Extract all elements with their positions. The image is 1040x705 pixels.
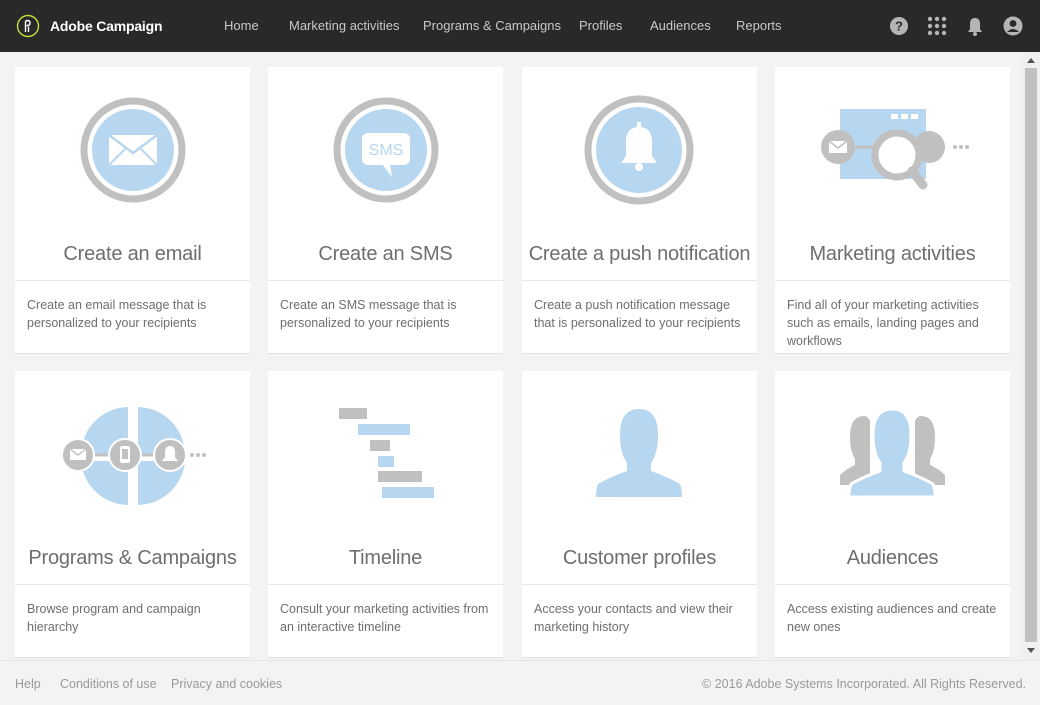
card-title: Marketing activities bbox=[809, 243, 976, 265]
card-divider bbox=[522, 280, 757, 281]
card-description: Find all of your marketing activities su… bbox=[787, 298, 979, 348]
card-audiences[interactable]: Audiences Access existing audiences and … bbox=[775, 371, 1010, 658]
card-description: Create an email message that is personal… bbox=[27, 298, 207, 330]
card-description: Create a push notification message that … bbox=[534, 298, 741, 330]
card-divider bbox=[268, 280, 503, 281]
card-description: Create an SMS message that is personaliz… bbox=[280, 298, 457, 330]
marketing-search-icon bbox=[821, 109, 969, 190]
card-title: Audiences bbox=[846, 547, 939, 569]
profile-icon bbox=[596, 409, 682, 497]
card-customer-profiles[interactable]: Customer profiles Access your contacts a… bbox=[522, 371, 757, 658]
sms-icon: SMS bbox=[333, 97, 439, 203]
brand-name: Adobe Campaign bbox=[50, 18, 163, 34]
top-navigation-bar: Adobe Campaign Home Marketing activities… bbox=[0, 0, 1040, 52]
copyright: © 2016 Adobe Systems Incorporated. All R… bbox=[702, 677, 1026, 691]
brand[interactable]: Adobe Campaign bbox=[16, 13, 163, 39]
scroll-down-arrow-icon[interactable] bbox=[1027, 648, 1035, 653]
card-title: Customer profiles bbox=[562, 547, 717, 569]
card-timeline[interactable]: Timeline Consult your marketing activiti… bbox=[268, 371, 503, 658]
card-title: Create an email bbox=[63, 243, 202, 265]
footer-link-conditions[interactable]: Conditions of use bbox=[60, 677, 157, 691]
footer-link-privacy[interactable]: Privacy and cookies bbox=[171, 677, 282, 691]
nav-marketing-activities[interactable]: Marketing activities bbox=[289, 18, 400, 33]
nav-audiences[interactable]: Audiences bbox=[650, 18, 711, 33]
card-create-sms[interactable]: SMS Create an SMS Create an SMS message … bbox=[268, 67, 503, 354]
programs-campaigns-icon bbox=[61, 407, 206, 505]
sms-icon-label: SMS bbox=[369, 142, 404, 159]
nav-profiles[interactable]: Profiles bbox=[579, 18, 622, 33]
email-icon bbox=[80, 97, 186, 203]
footer: Help Conditions of use Privacy and cooki… bbox=[0, 660, 1040, 705]
card-description: Access existing audiences and create new… bbox=[787, 602, 997, 634]
card-title: Create a push notification bbox=[528, 243, 751, 265]
nav-home[interactable]: Home bbox=[224, 18, 259, 33]
card-title: Timeline bbox=[348, 547, 423, 569]
nav-reports[interactable]: Reports bbox=[736, 18, 782, 33]
timeline-icon bbox=[339, 408, 434, 498]
svg-text:?: ? bbox=[895, 19, 903, 34]
adobe-campaign-logo-icon bbox=[16, 14, 40, 38]
card-title: Create an SMS bbox=[318, 243, 453, 265]
card-marketing-activities[interactable]: Marketing activities Find all of your ma… bbox=[775, 67, 1010, 354]
card-create-push-notification[interactable]: Create a push notification Create a push… bbox=[522, 67, 757, 354]
card-title: Programs & Campaigns bbox=[28, 547, 237, 569]
card-divider bbox=[15, 280, 250, 281]
footer-link-help[interactable]: Help bbox=[15, 677, 41, 691]
nav-programs-campaigns[interactable]: Programs & Campaigns bbox=[423, 18, 561, 33]
card-description: Access your contacts and view their mark… bbox=[534, 602, 733, 634]
user-avatar-icon[interactable] bbox=[1002, 15, 1024, 37]
notifications-bell-icon[interactable] bbox=[964, 15, 986, 37]
card-programs-campaigns[interactable]: Programs & Campaigns Browse program and … bbox=[15, 371, 250, 658]
scrollbar-thumb[interactable] bbox=[1025, 68, 1037, 642]
scroll-up-arrow-icon[interactable] bbox=[1027, 58, 1035, 63]
card-divider bbox=[775, 584, 1010, 585]
card-description: Consult your marketing activities from a… bbox=[280, 602, 489, 634]
card-divider bbox=[522, 584, 757, 585]
card-description: Browse program and campaign hierarchy bbox=[27, 602, 201, 634]
apps-grid-icon[interactable] bbox=[926, 15, 948, 37]
card-divider bbox=[268, 584, 503, 585]
card-create-email[interactable]: Create an email Create an email message … bbox=[15, 67, 250, 354]
card-divider bbox=[775, 280, 1010, 281]
vertical-scrollbar[interactable] bbox=[1022, 52, 1040, 660]
audiences-icon bbox=[840, 407, 945, 499]
help-icon[interactable]: ? bbox=[888, 15, 910, 37]
card-divider bbox=[15, 584, 250, 585]
bell-icon bbox=[584, 95, 694, 205]
